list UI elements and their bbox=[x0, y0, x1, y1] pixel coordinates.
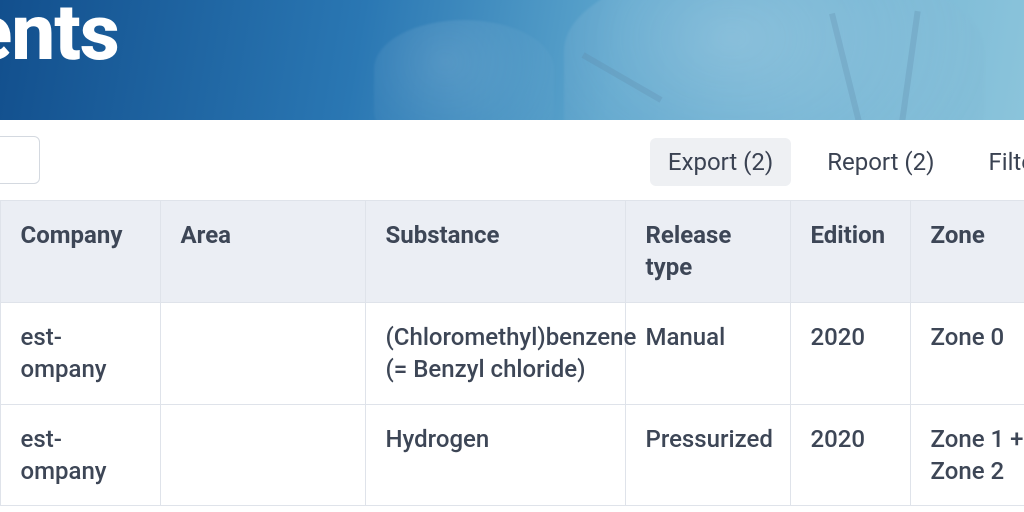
table-cell-zone: Zone 0 bbox=[910, 302, 1024, 404]
hero-decor-tank-small bbox=[374, 20, 554, 120]
table-header-edition: Edition bbox=[790, 201, 910, 303]
table-header-area: Area bbox=[160, 201, 365, 303]
toolbar: Export (2) Report (2) Filte bbox=[0, 120, 1024, 200]
table-cell-release-type: Manual bbox=[625, 302, 790, 404]
table-cell-edition: 2020 bbox=[790, 302, 910, 404]
table-cell-release-type: Pressurized bbox=[625, 404, 790, 506]
hero-banner: ents bbox=[0, 0, 1024, 120]
table-cell-substance: Hydrogen bbox=[365, 404, 625, 506]
page-title: ents bbox=[0, 0, 119, 79]
search-input[interactable] bbox=[0, 136, 40, 184]
table-header-row: Company Area Substance Release type Edit… bbox=[0, 201, 1024, 303]
table-row: est-ompany Hydrogen Pressurized 2020 Zon… bbox=[0, 404, 1024, 506]
table-header-release-type: Release type bbox=[625, 201, 790, 303]
table-cell-company: est-ompany bbox=[0, 302, 160, 404]
table-cell-substance: (Chloromethyl)benzene (= Benzyl chloride… bbox=[365, 302, 625, 404]
table-cell-zone: Zone 1 + Zone 2 bbox=[910, 404, 1024, 506]
table-row: est-ompany (Chloromethyl)benzene (= Benz… bbox=[0, 302, 1024, 404]
export-button[interactable]: Export (2) bbox=[650, 138, 791, 186]
hero-decor-tank-large bbox=[564, 0, 984, 120]
table-header-substance: Substance bbox=[365, 201, 625, 303]
table-cell-area bbox=[160, 404, 365, 506]
table-cell-company: est-ompany bbox=[0, 404, 160, 506]
table-cell-area bbox=[160, 302, 365, 404]
report-button[interactable]: Report (2) bbox=[809, 138, 952, 186]
assessments-table: Company Area Substance Release type Edit… bbox=[0, 200, 1024, 506]
table-header-zone: Zone bbox=[910, 201, 1024, 303]
table-cell-edition: 2020 bbox=[790, 404, 910, 506]
assessments-table-wrap: Company Area Substance Release type Edit… bbox=[0, 200, 1024, 506]
table-header-company: Company bbox=[0, 201, 160, 303]
filter-button[interactable]: Filte bbox=[970, 138, 1024, 186]
toolbar-actions: Export (2) Report (2) Filte bbox=[650, 138, 1024, 186]
